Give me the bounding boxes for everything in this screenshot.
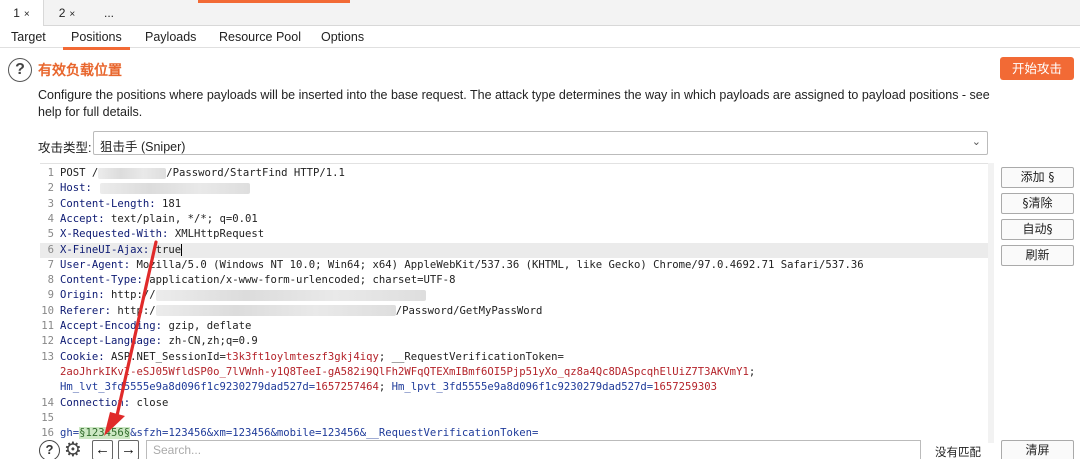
request-line-13-cont-1: 2aoJhrkIKvl-eSJ05WfldSP0o_7lVWnh-y1Q8Tee… bbox=[60, 365, 756, 378]
search-input[interactable]: Search... bbox=[146, 440, 921, 459]
more-tabs[interactable]: ... bbox=[92, 0, 126, 26]
active-tab-accent bbox=[198, 0, 350, 3]
request-line-14: 14 Connection: close bbox=[41, 396, 169, 409]
text-cursor bbox=[181, 243, 183, 256]
redacted-host bbox=[155, 305, 396, 317]
request-line-13: 13 Cookie: ASP.NET_SessionId=t3k3ft1oylmt… bbox=[41, 350, 564, 363]
sub-tab-bar: Target Positions Payloads Resource Pool … bbox=[0, 26, 1080, 50]
request-tab-2-label: 2 bbox=[58, 6, 66, 20]
redacted-host bbox=[98, 167, 167, 179]
redacted-host bbox=[99, 182, 250, 194]
request-line-7: 7 User-Agent: Mozilla/5.0 (Windows NT 10.… bbox=[47, 258, 864, 271]
match-status: 没有匹配 bbox=[935, 447, 981, 459]
close-icon[interactable]: × bbox=[69, 9, 75, 20]
request-line-12: 12 Accept-Language: zh-CN,zh;q=0.9 bbox=[41, 335, 258, 348]
search-bar: ? ⚙ ← → Search... 没有匹配 清屏 bbox=[0, 440, 1080, 459]
editor-scrollbar[interactable] bbox=[988, 163, 994, 443]
clear-screen-button[interactable]: 清屏 bbox=[1001, 440, 1074, 459]
tab-resource-pool[interactable]: Resource Pool bbox=[219, 30, 301, 44]
tab-target[interactable]: Target bbox=[11, 30, 46, 44]
positions-description: Configure the positions where payloads w… bbox=[38, 88, 990, 119]
add-marker-button[interactable]: 添加 § bbox=[1001, 167, 1074, 188]
request-editor[interactable]: 1 POST //Password/StartFind HTTP/1.1 2 Hos… bbox=[40, 163, 988, 443]
request-line-15: 15 bbox=[41, 411, 54, 424]
previous-match-button[interactable]: ← bbox=[92, 440, 113, 459]
tab-positions[interactable]: Positions bbox=[63, 30, 130, 50]
refresh-button[interactable]: 刷新 bbox=[1001, 245, 1074, 266]
request-line-6: 6 X-FineUI-Ajax: true bbox=[40, 242, 988, 258]
start-attack-button[interactable]: 开始攻击 bbox=[1000, 57, 1074, 80]
redacted-host bbox=[155, 289, 426, 301]
help-icon[interactable]: ? bbox=[8, 58, 32, 82]
request-line-9: 9 Origin: http:// bbox=[40, 288, 988, 303]
close-icon[interactable]: × bbox=[24, 9, 30, 20]
tab-payloads[interactable]: Payloads bbox=[145, 30, 196, 44]
auto-markers-button[interactable]: 自动§ bbox=[1001, 219, 1074, 240]
attack-type-value: 狙击手 (Sniper) bbox=[100, 140, 186, 154]
payload-position-marker[interactable]: §123456§ bbox=[79, 427, 131, 440]
request-line-4: 4 Accept: text/plain, */*; q=0.01 bbox=[47, 212, 258, 225]
request-line-5: 5 X-Requested-With: XMLHttpRequest bbox=[47, 228, 265, 241]
request-line-8: 8 Content-Type: application/x-www-form-ur… bbox=[47, 274, 456, 287]
request-line-2: 2 Host: bbox=[40, 181, 988, 196]
attack-type-label: 攻击类型: bbox=[38, 141, 92, 155]
request-line-3: 3 Content-Length: 181 bbox=[47, 197, 182, 210]
request-tab-1-label: 1 bbox=[13, 6, 20, 20]
next-match-button[interactable]: → bbox=[118, 440, 139, 459]
request-line-11: 11 Accept-Encoding: gzip, deflate bbox=[41, 320, 252, 332]
gear-icon[interactable]: ⚙ bbox=[64, 440, 82, 459]
request-line-10: 10 Referer: http://Password/GetMyPassWord bbox=[41, 304, 543, 317]
request-line-1: 1 POST //Password/StartFind HTTP/1.1 bbox=[47, 167, 345, 179]
request-tab-1[interactable]: 1 × bbox=[0, 0, 44, 26]
request-tab-2[interactable]: 2 × bbox=[44, 0, 90, 26]
request-line-13-cont-2: Hm_lvt_3fd5555e9a8d096f1c9230279dad527d=… bbox=[60, 381, 717, 394]
request-tab-strip: 1 × 2 × ... bbox=[0, 0, 1080, 26]
tab-options[interactable]: Options bbox=[321, 30, 364, 44]
clear-markers-button[interactable]: §清除 bbox=[1001, 193, 1074, 214]
section-title: 有效负载位置 bbox=[38, 62, 122, 78]
more-tabs-label: ... bbox=[103, 6, 114, 20]
help-icon[interactable]: ? bbox=[39, 440, 60, 459]
attack-type-select[interactable]: 狙击手 (Sniper) ⌄ bbox=[93, 131, 988, 155]
search-placeholder: Search... bbox=[153, 443, 202, 457]
chevron-down-icon: ⌄ bbox=[971, 136, 981, 148]
